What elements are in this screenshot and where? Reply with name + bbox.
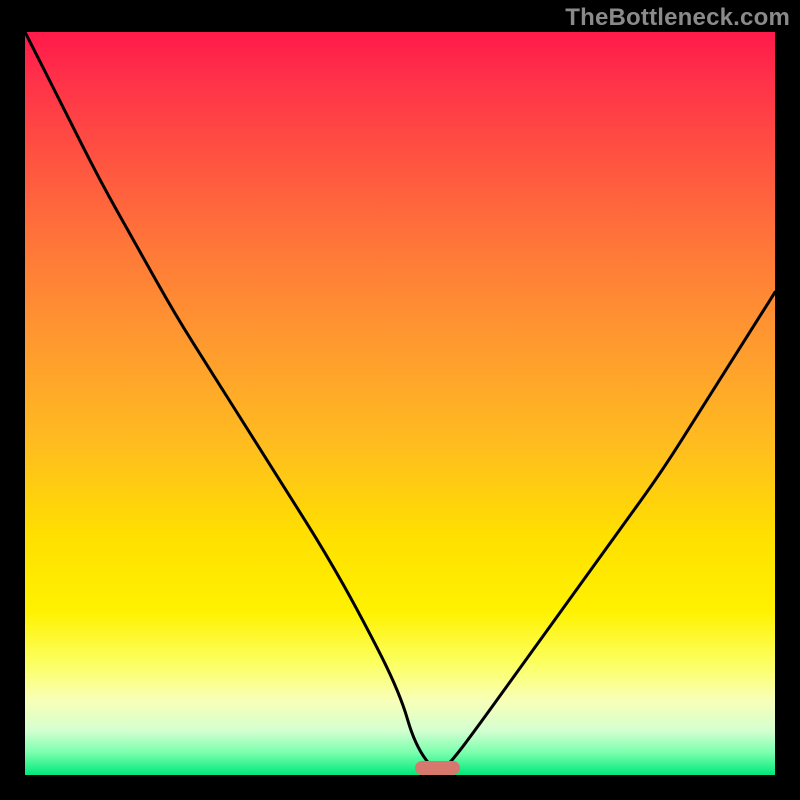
chart-frame: TheBottleneck.com [0, 0, 800, 800]
curve-path [25, 32, 775, 770]
bottleneck-curve [25, 32, 775, 775]
plot-area [25, 32, 775, 775]
attribution-text: TheBottleneck.com [565, 4, 790, 32]
optimal-marker [415, 761, 460, 775]
